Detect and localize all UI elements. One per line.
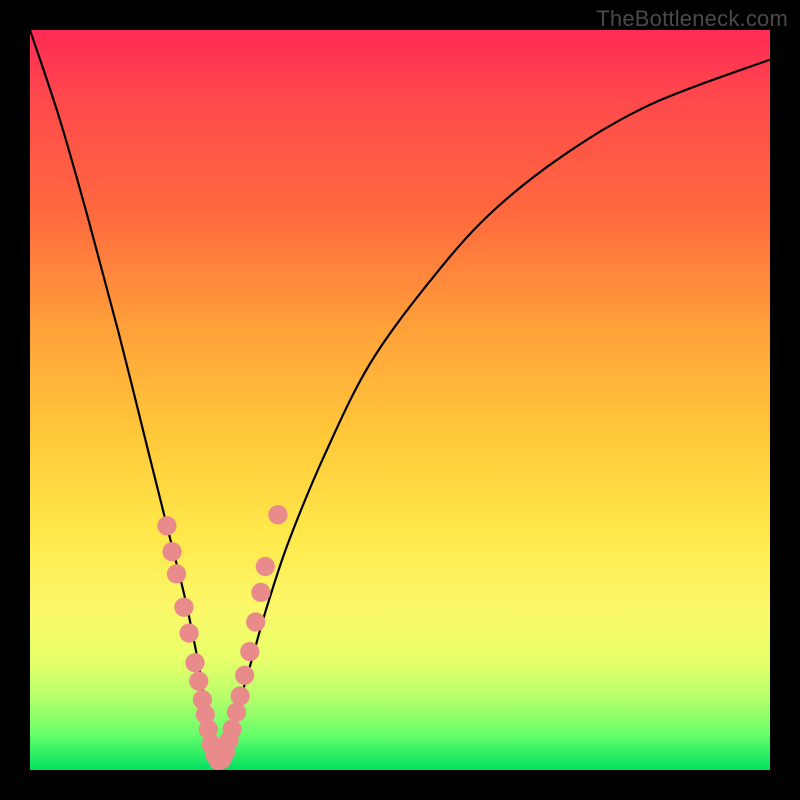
data-point [240, 642, 259, 661]
plot-area [30, 30, 770, 770]
marker-group [157, 505, 287, 770]
bottleneck-curve-path [30, 30, 770, 766]
data-point [231, 686, 250, 705]
data-point [179, 623, 198, 642]
data-point [227, 703, 246, 722]
watermark-text: TheBottleneck.com [596, 6, 788, 32]
chart-frame: TheBottleneck.com [0, 0, 800, 800]
data-point [251, 583, 270, 602]
data-point [268, 505, 287, 524]
data-point [235, 666, 254, 685]
data-point [174, 598, 193, 617]
data-point [157, 516, 176, 535]
data-point [189, 672, 208, 691]
data-point [222, 720, 241, 739]
data-point [246, 612, 265, 631]
data-point [256, 557, 275, 576]
data-point [162, 542, 181, 561]
chart-svg [30, 30, 770, 770]
data-point [167, 564, 186, 583]
data-point [185, 653, 204, 672]
